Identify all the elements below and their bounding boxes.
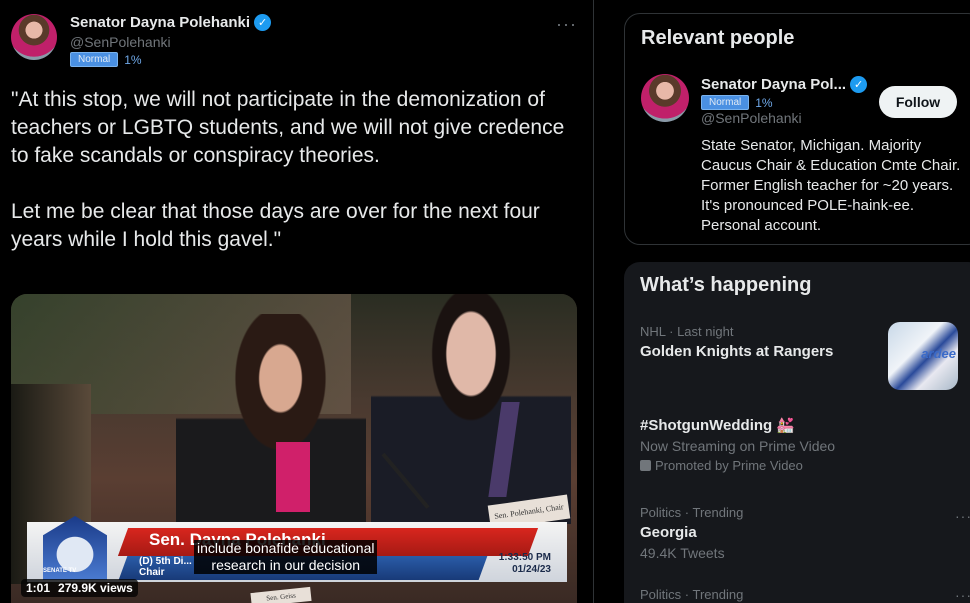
author-name[interactable]: Senator Dayna Polehanki ✓ bbox=[70, 14, 272, 31]
author-avatar[interactable] bbox=[11, 14, 57, 60]
relevant-person-badge-row: Normal 1% bbox=[701, 95, 867, 110]
trend-item-promoted[interactable]: #ShotgunWedding 💒 Now Streaming on Prime… bbox=[640, 416, 960, 473]
video-stats: 1:01 279.9K views bbox=[21, 579, 138, 597]
status-badge: Normal bbox=[701, 95, 750, 110]
author-info: Senator Dayna Polehanki ✓ @SenPolehanki … bbox=[70, 14, 272, 67]
relevant-person-name[interactable]: Senator Dayna Pol... ✓ bbox=[701, 76, 868, 93]
tweet-header: Senator Dayna Polehanki ✓ @SenPolehanki … bbox=[11, 12, 577, 72]
trend-thumbnail-text: ardee bbox=[921, 346, 956, 361]
trend-item[interactable]: Politics · Trending bbox=[640, 587, 960, 602]
relevant-person-handle[interactable]: @SenPolehanki bbox=[701, 110, 867, 126]
trend-name: Georgia bbox=[640, 524, 697, 541]
more-options-icon[interactable]: ··· bbox=[955, 587, 970, 603]
relevant-people-title: Relevant people bbox=[641, 27, 795, 49]
video-staffer bbox=[371, 294, 571, 524]
trend-subtitle: Now Streaming on Prime Video bbox=[640, 438, 836, 454]
trend-meta: Politics · Trending bbox=[640, 505, 744, 520]
percent-label: 1% bbox=[124, 52, 142, 67]
video-views: 279.9K views bbox=[58, 581, 133, 595]
whats-happening-title: What’s happening bbox=[640, 274, 812, 296]
status-badge: Normal bbox=[70, 52, 119, 67]
video-speaker-shirt bbox=[276, 442, 310, 512]
tweet-video[interactable]: Sen. Polehanki, Chair Sen. Geiss SENATE … bbox=[11, 294, 577, 603]
relevant-person-info: Senator Dayna Pol... ✓ Normal 1% @SenPol… bbox=[701, 76, 868, 126]
trend-promo-text: Promoted by Prime Video bbox=[655, 458, 803, 473]
whats-happening-card: What’s happening NHL · Last night Golden… bbox=[624, 262, 970, 603]
trend-item[interactable]: Politics · Trending Georgia 49.4K Tweets bbox=[640, 505, 960, 561]
percent-label: 1% bbox=[755, 95, 773, 110]
relevant-person-bio: State Senator, Michigan. Majority Caucus… bbox=[701, 137, 961, 234]
chyron-subtitle: (D) 5th Di... Chair bbox=[139, 556, 192, 578]
trend-name: #ShotgunWedding 💒 bbox=[640, 417, 796, 434]
video-speaker bbox=[176, 314, 366, 544]
chyron-clock: 1:33:50 PM 01/24/23 bbox=[498, 552, 551, 575]
promoted-icon bbox=[640, 460, 651, 471]
trend-thumbnail[interactable]: ardee bbox=[888, 322, 958, 390]
author-badge-row: Normal 1% bbox=[70, 52, 271, 67]
relevant-person-avatar[interactable] bbox=[641, 74, 689, 122]
more-options-icon[interactable]: ··· bbox=[955, 508, 970, 524]
follow-button[interactable]: Follow bbox=[879, 86, 957, 118]
trend-promo: Promoted by Prime Video bbox=[640, 458, 960, 473]
author-name-text[interactable]: Senator Dayna Polehanki bbox=[70, 14, 250, 31]
trend-meta: Politics · Trending bbox=[640, 587, 744, 602]
tweet-text: "At this stop, we will not participate i… bbox=[11, 88, 565, 251]
verified-badge-icon: ✓ bbox=[850, 76, 868, 93]
video-duration: 1:01 bbox=[26, 581, 51, 595]
author-handle[interactable]: @SenPolehanki bbox=[70, 34, 271, 50]
verified-badge-icon: ✓ bbox=[254, 14, 272, 31]
relevant-person-name-text[interactable]: Senator Dayna Pol... bbox=[701, 76, 846, 93]
video-caption: include bonafide educational research in… bbox=[194, 540, 378, 574]
trend-subtitle: 49.4K Tweets bbox=[640, 545, 725, 561]
tweet-detail-column: Senator Dayna Polehanki ✓ @SenPolehanki … bbox=[0, 0, 594, 603]
senate-tv-logo-text: SENATE TV bbox=[43, 568, 77, 574]
relevant-people-card: Relevant people Senator Dayna Pol... ✓ N… bbox=[624, 13, 970, 245]
more-options-icon[interactable]: ··· bbox=[556, 14, 577, 35]
